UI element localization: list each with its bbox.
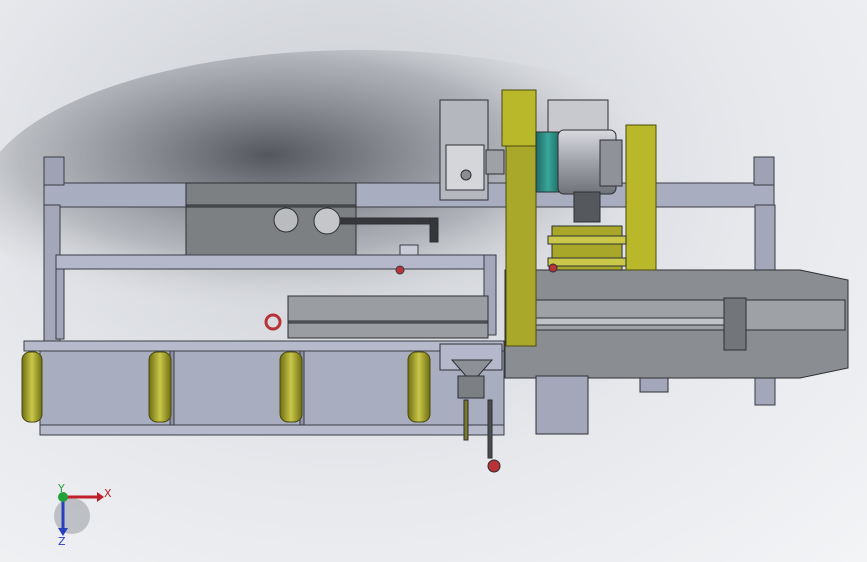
- cad-viewport[interactable]: X Y Z: [0, 0, 867, 562]
- x-axis-label: X: [104, 487, 112, 500]
- hand-lever-knob: [487, 459, 501, 473]
- roller-frame: [23, 340, 505, 436]
- roller: [407, 351, 431, 423]
- carriage: [264, 295, 489, 339]
- z-axis-label: Z: [58, 535, 66, 548]
- transfer-body: [504, 269, 849, 393]
- roller: [21, 351, 43, 423]
- assembly-drawing[interactable]: X Y Z: [0, 0, 867, 562]
- y-axis-label: Y: [57, 482, 65, 495]
- roller: [148, 351, 172, 423]
- roller: [279, 351, 303, 423]
- coordinate-triad: X Y Z: [54, 482, 112, 548]
